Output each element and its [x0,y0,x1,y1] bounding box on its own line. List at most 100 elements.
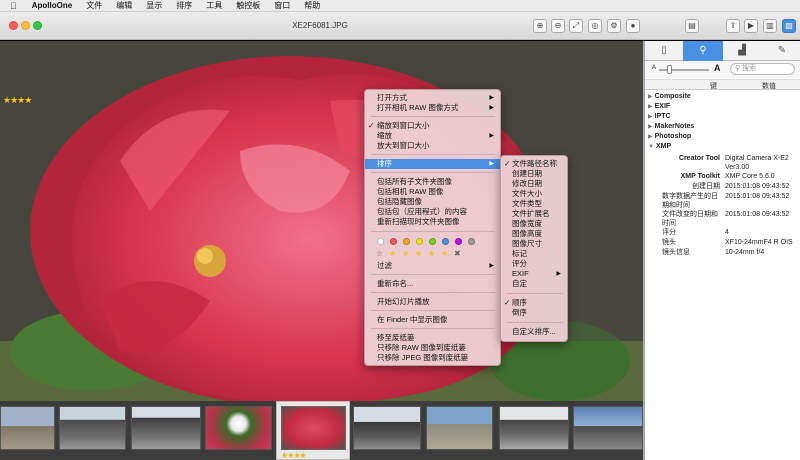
menu-window[interactable]: 窗口 [267,0,297,11]
close-window-button[interactable] [9,21,18,30]
rating-star-icon[interactable]: ☆ [376,249,383,258]
menu-start-slideshow[interactable]: 开始幻灯片播放 [365,297,500,307]
sort-by-modified[interactable]: 修改日期 [501,179,567,189]
menu-trackpad[interactable]: 触控板 [229,0,267,11]
menu-move-to-trash[interactable]: 移至废纸篓 [365,333,500,343]
xmp-row[interactable]: XMP Toolkit XMP Core 5.6.0 [645,172,800,182]
menu-include-packages[interactable]: 包括包（应用程式）的内容 [365,207,500,217]
disclosure-triangle-icon[interactable]: ▶ [648,134,653,140]
zoom-out-icon[interactable]: ⊖ [551,19,565,33]
rating-star-icon[interactable]: ★ [428,249,435,258]
menu-trash-raw-only[interactable]: 只移除 RAW 图像到废纸篓 [365,343,500,353]
xmp-row[interactable]: 评分 4 [645,228,800,238]
clear-rating-icon[interactable]: ✖ [454,249,461,258]
share-icon[interactable]: ⇪ [726,19,740,33]
sort-by-exif[interactable]: EXIF ▶ [501,269,567,279]
disclosure-triangle-icon[interactable]: ▶ [648,124,653,130]
zoom-window-button[interactable] [33,21,42,30]
menu-zoom-to-window[interactable]: ✓ 缩放到窗口大小 [365,121,500,131]
sort-by-type[interactable]: 文件类型 [501,199,567,209]
color-label-dot[interactable] [468,238,475,245]
histogram-icon[interactable]: ▟ [731,43,753,59]
zoom-in-icon[interactable]: ⊕ [533,19,547,33]
menu-rename[interactable]: 重新命名... [365,279,500,289]
menu-open-raw-with[interactable]: 打开相机 RAW 图像方式 ▶ [365,103,500,113]
file-info-icon[interactable]: ▯ [653,43,675,59]
filmstrip-thumbnail[interactable] [0,406,55,450]
disclosure-triangle-icon[interactable]: ▶ [648,104,653,110]
rating-star-icon[interactable]: ★ [415,249,422,258]
clipboard-icon[interactable]: ▤ [685,19,699,33]
sort-by-size[interactable]: 文件大小 [501,189,567,199]
xmp-row[interactable]: 镜头 XF10-24mmF4 R OIS [645,238,800,248]
rating-star-icon[interactable]: ★ [441,249,448,258]
sort-descending[interactable]: 倒序 [501,308,567,318]
disclosure-triangle-icon[interactable]: ▶ [648,94,653,100]
tree-group-iptc[interactable]: ▶ IPTC [645,112,800,122]
color-label-dot[interactable] [403,238,410,245]
color-label-dot[interactable] [390,238,397,245]
column-key[interactable]: 键 [710,81,717,91]
face-icon[interactable]: ● [626,19,640,33]
filmstrip-thumbnail-selected[interactable]: ★★★★ [276,401,350,460]
metadata-search-input[interactable]: ⚲ 搜索 [730,63,795,75]
font-size-slider-knob[interactable] [667,65,672,74]
disclosure-triangle-open-icon[interactable]: ▼ [648,144,654,150]
metadata-search-icon[interactable]: ⚲ [683,41,723,61]
color-label-dot[interactable] [455,238,462,245]
disclosure-triangle-icon[interactable]: ▶ [648,114,653,120]
sort-by-width[interactable]: 图像宽度 [501,219,567,229]
menu-open-with[interactable]: 打开方式 ▶ [365,93,500,103]
tree-group-xmp[interactable]: ▼ XMP [645,142,800,152]
xmp-row[interactable]: 创建日期 2015:01:08 09:43:52 [645,182,800,192]
apple-menu-icon[interactable]:  [0,1,25,11]
menu-sort[interactable]: 排序 ▶ [365,159,500,169]
filmstrip[interactable]: ★★★★ [0,401,643,460]
sort-by-height[interactable]: 图像高度 [501,229,567,239]
menu-view[interactable]: 显示 [139,0,169,11]
sidebar-left-icon[interactable]: ▥ [763,19,777,33]
menu-filter[interactable]: 过滤 ▶ [365,261,500,271]
filmstrip-thumbnail[interactable] [59,406,126,450]
xmp-row[interactable]: 数字数据产生的日期和时间 2015:01:08 09:43:52 [645,192,800,210]
sort-by-path[interactable]: ✓ 文件路径名称 [501,159,567,169]
menu-include-raw[interactable]: 包括相机 RAW 图像 [365,187,500,197]
menu-zoom[interactable]: 缩放 ▶ [365,131,500,141]
menu-show-in-finder[interactable]: 在 Finder 中显示图像 [365,315,500,325]
inspector-toggle-icon[interactable]: ▧ [782,19,796,33]
app-menu[interactable]: ApolloOne [25,1,79,10]
menu-include-hidden[interactable]: 包括隐藏图像 [365,197,500,207]
menu-file[interactable]: 文件 [79,0,109,11]
tree-group-photoshop[interactable]: ▶ Photoshop [645,132,800,142]
xmp-row[interactable]: Creator Tool Digital Camera X-E2 Ver3.00 [645,154,800,172]
rating-star-icon[interactable]: ★ [402,249,409,258]
slideshow-icon[interactable]: ▶ [744,19,758,33]
menu-help[interactable]: 帮助 [297,0,327,11]
sort-by-dimensions[interactable]: 图像尺寸 [501,239,567,249]
sort-by-created[interactable]: 创建日期 [501,169,567,179]
color-label-dot[interactable] [416,238,423,245]
xmp-row[interactable]: 文件改变的日期和时间 2015:01:08 09:43:52 [645,210,800,228]
rating-star-icon[interactable]: ★ [389,249,396,258]
edit-pencil-icon[interactable]: ✎ [771,43,793,59]
filmstrip-thumbnail[interactable] [353,406,421,450]
sort-by-label[interactable]: 标记 [501,249,567,259]
color-label-dot[interactable] [442,238,449,245]
filmstrip-thumbnail[interactable] [131,406,201,450]
xmp-row[interactable]: 镜头信息 10-24mm f/4 [645,248,800,258]
sort-by-extension[interactable]: 文件扩展名 [501,209,567,219]
menu-trash-jpeg-only[interactable]: 只移除 JPEG 图像到废纸篓 [365,353,500,363]
menu-enlarge-to-window[interactable]: 放大到窗口大小 [365,141,500,151]
column-value[interactable]: 数值 [762,81,776,91]
filmstrip-thumbnail[interactable] [499,406,569,450]
minimize-window-button[interactable] [21,21,30,30]
filmstrip-thumbnail[interactable] [205,406,272,450]
actual-size-icon[interactable]: ◎ [588,19,602,33]
menu-tools[interactable]: 工具 [199,0,229,11]
sort-by-rating[interactable]: 评分 [501,259,567,269]
filmstrip-thumbnail[interactable] [426,406,493,450]
color-label-dot[interactable] [377,238,384,245]
filmstrip-thumbnail[interactable] [573,406,643,450]
sort-custom-order[interactable]: 自定义排序... [501,327,567,337]
menu-edit[interactable]: 编辑 [109,0,139,11]
